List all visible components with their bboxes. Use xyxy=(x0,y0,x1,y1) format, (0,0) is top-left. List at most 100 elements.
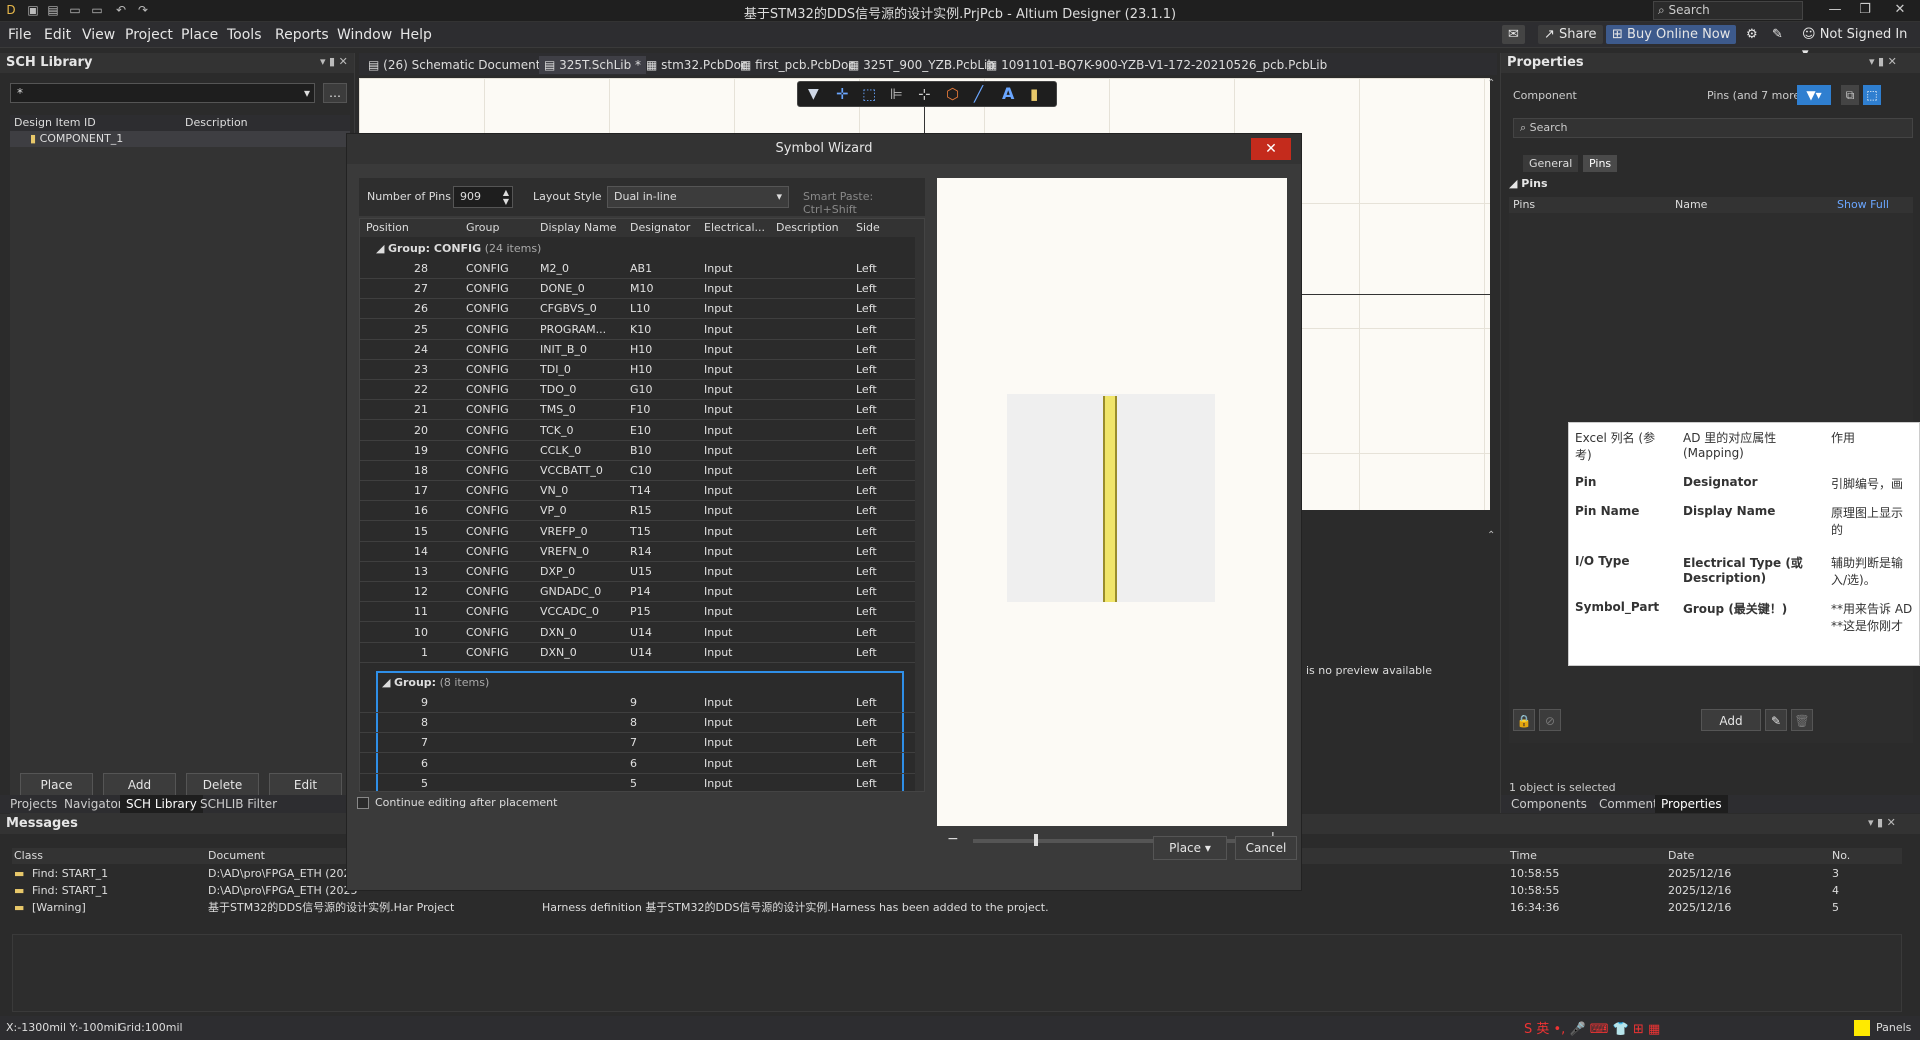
col-description[interactable]: Description xyxy=(776,219,839,237)
message-row[interactable]: ▬ [Warning] 基于STM32的DDS信号源的设计实例.Har Proj… xyxy=(12,899,1902,916)
gear-icon[interactable]: ⚙ xyxy=(1740,25,1764,44)
maximize-button[interactable]: ❐ xyxy=(1850,2,1880,17)
doc-tab-schematic[interactable]: ▤ (26) Schematic Document ▾ xyxy=(363,56,555,74)
pin-row[interactable]: 18 CONFIG VCCBATT_0 C10 Input Left xyxy=(360,461,924,481)
pin-row[interactable]: 21 CONFIG TMS_0 F10 Input Left xyxy=(360,400,924,421)
share-button[interactable]: ↗ Share xyxy=(1538,25,1603,44)
panels-button[interactable]: Panels xyxy=(1876,1021,1911,1034)
pin-row[interactable]: 10 CONFIG DXN_0 U14 Input Left xyxy=(360,623,924,643)
shape-icon[interactable]: ⬡ xyxy=(946,85,959,103)
pin-row[interactable]: 25 CONFIG PROGRAM... K10 Input Left xyxy=(360,320,924,340)
notifications-icon[interactable]: ✉ xyxy=(1502,25,1525,44)
col-design-item-id[interactable]: Design Item ID xyxy=(14,115,96,131)
menu-help[interactable]: Help xyxy=(400,27,432,43)
unlink-icon[interactable]: ⊘ xyxy=(1539,709,1561,731)
col-position[interactable]: Position xyxy=(366,219,409,237)
col-time[interactable]: Time xyxy=(1510,848,1537,864)
pins-count-input[interactable]: 909 ▲ ▼ xyxy=(453,186,513,208)
tab-pins[interactable]: Pins xyxy=(1583,155,1618,172)
pins-section-header[interactable]: ◢ Pins xyxy=(1509,177,1548,190)
select-icon[interactable]: ⬚ xyxy=(862,85,876,103)
tab-properties[interactable]: Properties xyxy=(1655,795,1728,813)
col-class[interactable]: Class xyxy=(14,848,43,864)
menu-file[interactable]: File xyxy=(8,27,31,43)
col-designator[interactable]: Designator xyxy=(630,219,690,237)
col-side[interactable]: Side xyxy=(856,219,880,237)
tab-navigator[interactable]: Navigator xyxy=(58,795,129,813)
doc-tab-first-pcb[interactable]: ▦ first_pcb.PcbDoc xyxy=(735,56,860,74)
pin-row[interactable]: 8 8 Input Left xyxy=(360,713,924,734)
menu-view[interactable]: View xyxy=(82,27,115,43)
zoom-out-icon[interactable]: − xyxy=(947,831,959,847)
close-icon[interactable]: ✕ xyxy=(1251,138,1291,160)
delete-pin-icon[interactable]: 🗑 xyxy=(1791,709,1813,731)
pin-row[interactable]: 23 CONFIG TDI_0 H10 Input Left xyxy=(360,360,924,380)
pin-row[interactable]: 28 CONFIG M2_0 AB1 Input Left xyxy=(360,259,924,279)
pin-row[interactable]: 20 CONFIG TCK_0 E10 Input Left xyxy=(360,421,924,441)
properties-menu-icon[interactable]: ▾ ▮ ✕ xyxy=(1869,55,1897,68)
place-button[interactable]: Place xyxy=(20,773,93,797)
place-split-button[interactable]: Place ▾ xyxy=(1153,836,1227,860)
pin-row[interactable]: 22 CONFIG TDO_0 G10 Input Left xyxy=(360,380,924,401)
pin-row[interactable]: 1 CONFIG DXN_0 U14 Input Left xyxy=(360,643,924,663)
menu-window[interactable]: Window xyxy=(337,27,392,43)
filter-icon[interactable]: ▼ xyxy=(808,86,819,102)
pin-row[interactable]: 24 CONFIG INIT_B_0 H10 Input Left xyxy=(360,340,924,360)
zoom-slider-handle[interactable] xyxy=(1034,834,1038,846)
col-pins[interactable]: Pins xyxy=(1513,197,1535,213)
group-empty-header[interactable]: ◢ Group: (8 items) xyxy=(382,675,489,691)
tab-components[interactable]: Components xyxy=(1505,795,1593,813)
library-item[interactable]: ▮ COMPONENT_1 xyxy=(10,131,350,147)
col-display-name[interactable]: Display Name xyxy=(540,219,617,237)
col-electrical[interactable]: Electrical... xyxy=(704,219,765,237)
symbol-preview[interactable] xyxy=(937,178,1287,826)
col-no[interactable]: No. xyxy=(1832,848,1850,864)
col-name[interactable]: Name xyxy=(1675,197,1707,213)
library-filter-input[interactable]: * ▾ xyxy=(10,83,315,103)
pin-row[interactable]: 7 7 Input Left xyxy=(360,733,924,754)
menu-edit[interactable]: Edit xyxy=(44,27,71,43)
col-group[interactable]: Group xyxy=(466,219,500,237)
edit-pin-icon[interactable]: ✎ xyxy=(1765,709,1787,731)
part-icon[interactable]: ▮ xyxy=(1030,85,1038,103)
minimize-button[interactable]: — xyxy=(1820,2,1850,17)
pin-row[interactable]: 17 CONFIG VN_0 T14 Input Left xyxy=(360,481,924,502)
copy-icon[interactable]: ⧉ xyxy=(1841,85,1859,105)
table-scrollbar[interactable] xyxy=(915,237,924,791)
tab-projects[interactable]: Projects xyxy=(4,795,63,813)
menu-tools[interactable]: Tools xyxy=(227,27,262,43)
line-icon[interactable]: ╱ xyxy=(974,85,983,103)
tab-schlib-filter[interactable]: SCHLIB Filter xyxy=(194,795,283,813)
global-search[interactable]: ⌕ Search xyxy=(1653,1,1803,20)
pin-row[interactable]: 12 CONFIG GNDADC_0 P14 Input Left xyxy=(360,582,924,603)
properties-search[interactable]: ⌕ Search xyxy=(1513,118,1913,138)
cancel-button[interactable]: Cancel xyxy=(1235,836,1297,860)
lock-icon[interactable]: 🔒 xyxy=(1513,709,1535,731)
pin-row[interactable]: 9 9 Input Left xyxy=(360,693,924,713)
pin-row[interactable]: 26 CONFIG CFGBVS_0 L10 Input Left xyxy=(360,299,924,320)
buy-online-button[interactable]: ⊞ Buy Online Now xyxy=(1606,25,1737,44)
pin-row[interactable]: 13 CONFIG DXP_0 U15 Input Left xyxy=(360,562,924,582)
pin-row[interactable]: 16 CONFIG VP_0 R15 Input Left xyxy=(360,501,924,522)
filter-button[interactable]: ▼▾ xyxy=(1797,85,1831,105)
text-icon[interactable]: A xyxy=(1002,84,1014,103)
menu-project[interactable]: Project xyxy=(125,27,173,43)
close-window-button[interactable]: ✕ xyxy=(1885,2,1915,17)
doc-tab-pcblib[interactable]: ▦ 325T_900_YZB.PcbLib xyxy=(843,56,1000,74)
filter-options-button[interactable]: … xyxy=(323,83,347,103)
layout-style-select[interactable]: Dual in-line ▾ xyxy=(607,186,789,208)
pin-row[interactable]: 27 CONFIG DONE_0 M10 Input Left xyxy=(360,279,924,300)
select-mode-icon[interactable]: ⬚ xyxy=(1863,85,1881,105)
pin-row[interactable]: 14 CONFIG VREFN_0 R14 Input Left xyxy=(360,542,924,562)
menu-place[interactable]: Place xyxy=(181,27,218,43)
pin-row[interactable]: 11 CONFIG VCCADC_0 P15 Input Left xyxy=(360,602,924,623)
tab-sch-library[interactable]: SCH Library xyxy=(120,795,203,813)
align-icon[interactable]: ⊫ xyxy=(890,85,903,103)
col-description[interactable]: Description xyxy=(185,115,248,131)
panel-menu-icon[interactable]: ▾ ▮ ✕ xyxy=(320,55,348,68)
pin-row[interactable]: 19 CONFIG CCLK_0 B10 Input Left xyxy=(360,441,924,461)
stepper-icon[interactable]: ▲ ▼ xyxy=(503,188,509,206)
col-date[interactable]: Date xyxy=(1668,848,1694,864)
tab-general[interactable]: General xyxy=(1523,155,1579,172)
ime-toolbar[interactable]: S 英 •, 🎤 ⌨ 👕 ⊞ ▦ xyxy=(1524,1018,1660,1037)
